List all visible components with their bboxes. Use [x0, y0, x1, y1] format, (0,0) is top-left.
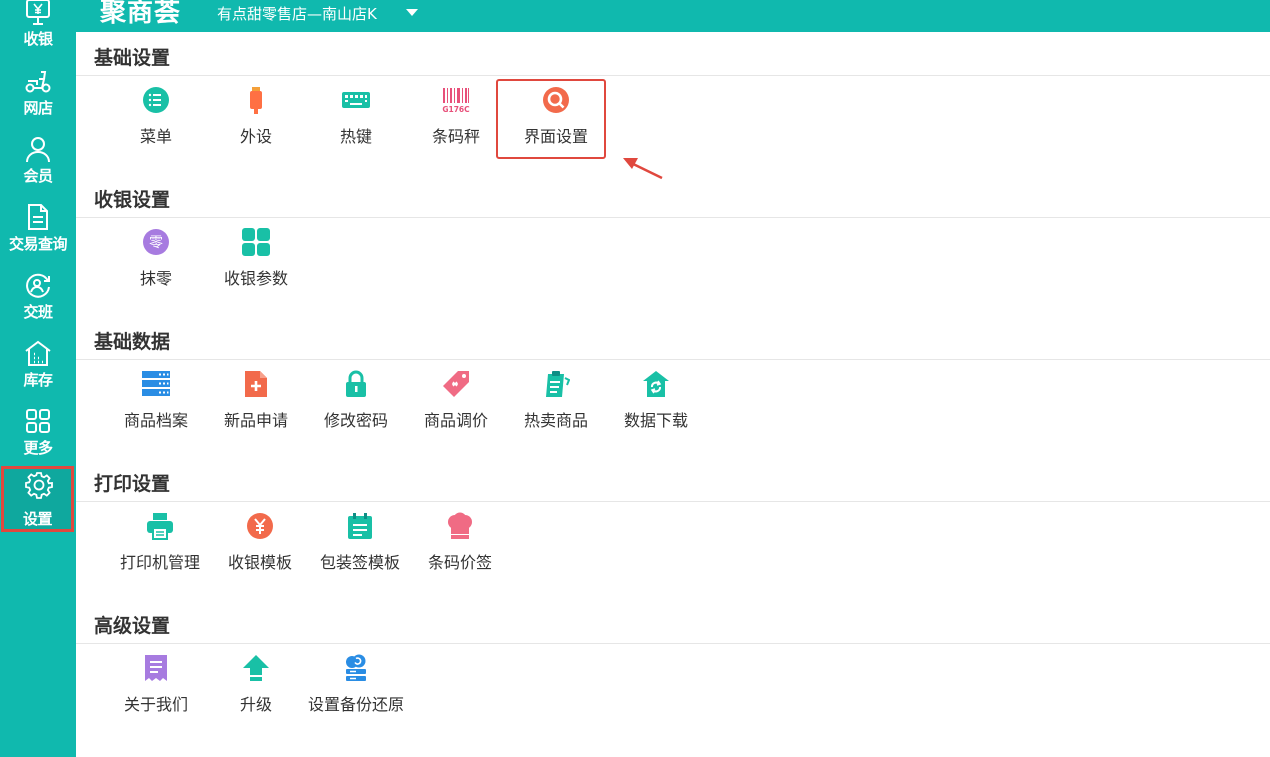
- section-title: 打印设置: [94, 473, 171, 495]
- section-divider: [76, 359, 1270, 360]
- sidebar-item-label: 交班: [23, 303, 53, 321]
- new-file-icon: [245, 371, 267, 397]
- tile-package-label-template[interactable]: 包装签模板: [310, 512, 410, 592]
- yen-coin-icon: [247, 513, 273, 539]
- section-title: 基础数据: [94, 331, 171, 353]
- section-title: 高级设置: [94, 615, 171, 637]
- sidebar-item-label: 会员: [23, 167, 53, 185]
- printer-icon: [147, 513, 173, 540]
- warehouse-icon: [25, 340, 51, 366]
- section-advanced-settings: 高级设置 关于我们 升级 设置备份还原: [76, 611, 1270, 741]
- sidebar-item-shift-change[interactable]: 交班: [0, 267, 76, 331]
- barcode-icon-text: G176C: [442, 105, 470, 114]
- yen-register-icon: [26, 0, 50, 25]
- user-icon: [26, 137, 50, 163]
- section-divider: [76, 501, 1270, 502]
- section-basic-data: 基础数据 商品档案 新品申请 修改密码 商品调价 热卖商品 数据下载: [76, 327, 1270, 457]
- keyboard-icon: [342, 92, 370, 108]
- section-cashier-settings: 收银设置 零 抹零 收银参数: [76, 185, 1270, 315]
- tile-menu[interactable]: 菜单: [106, 86, 206, 166]
- receipt-icon: [145, 655, 167, 681]
- tile-hotkey[interactable]: 热键: [306, 86, 406, 166]
- sidebar-item-online-store[interactable]: 网店: [0, 63, 76, 127]
- gear-icon: [25, 472, 53, 499]
- tile-price-adjust[interactable]: 商品调价: [406, 370, 506, 450]
- tile-label: 数据下载: [623, 411, 688, 430]
- section-title: 基础设置: [94, 47, 171, 69]
- peripheral-icon: [250, 87, 262, 114]
- section-divider: [76, 643, 1270, 644]
- tile-barcode-price-label[interactable]: 条码价签: [410, 512, 510, 592]
- tile-about-us[interactable]: 关于我们: [106, 654, 206, 734]
- sidebar-item-label: 设置: [22, 510, 53, 528]
- sidebar-item-transaction-query[interactable]: 交易查询: [0, 199, 76, 263]
- scooter-icon: [25, 71, 51, 93]
- sidebar-item-label: 收银: [23, 30, 53, 48]
- menu-list-icon: [143, 87, 169, 113]
- grid-icon: [26, 409, 50, 433]
- section-divider: [76, 75, 1270, 76]
- section-divider: [76, 217, 1270, 218]
- sidebar-item-settings[interactable]: 设置: [1, 466, 74, 532]
- tile-upgrade[interactable]: 升级: [206, 654, 306, 734]
- home-sync-icon: [643, 371, 669, 397]
- sidebar-item-label: 库存: [23, 371, 53, 389]
- tile-data-download[interactable]: 数据下载: [606, 370, 706, 450]
- chef-hat-icon: [448, 512, 472, 539]
- section-basic-settings: 基础设置 菜单 外设 热键 G176C 条码秤 界面设置: [76, 43, 1270, 173]
- sidebar-item-label: 交易查询: [8, 235, 68, 253]
- lock-icon: [346, 370, 366, 397]
- four-squares-icon: [242, 228, 270, 256]
- highlight-box: [496, 79, 606, 159]
- top-bar: 聚商荟 有点甜零售店—南山店K: [76, 0, 1270, 32]
- sidebar-item-member[interactable]: 会员: [0, 131, 76, 195]
- zero-coin-icon-text: 零: [149, 235, 163, 251]
- document-icon: [28, 204, 48, 230]
- tile-printer-management[interactable]: 打印机管理: [110, 512, 210, 592]
- hot-clipboard-icon: [546, 371, 570, 397]
- sidebar-item-inventory[interactable]: 库存: [0, 335, 76, 399]
- app-logo: 聚商荟: [100, 0, 182, 28]
- calendar-icon: [348, 513, 372, 539]
- store-selector[interactable]: 有点甜零售店—南山店K: [217, 3, 377, 24]
- tile-backup-restore[interactable]: 设置备份还原: [306, 654, 406, 734]
- tile-hot-products[interactable]: 热卖商品: [506, 370, 606, 450]
- sidebar-item-more[interactable]: 更多: [0, 403, 76, 467]
- section-print-settings: 打印设置 打印机管理 收银模板 包装签模板 条码价签: [76, 469, 1270, 599]
- sidebar-item-cashier[interactable]: 收银: [0, 0, 76, 58]
- tile-product-archive[interactable]: 商品档案: [106, 370, 206, 450]
- sidebar-item-label: 更多: [23, 439, 53, 457]
- barcode-icon: G176C: [442, 88, 470, 114]
- tile-peripheral[interactable]: 外设: [206, 86, 306, 166]
- tile-label: 设置备份还原: [307, 695, 404, 714]
- tile-round-off[interactable]: 零 抹零: [106, 228, 206, 308]
- cloud-backup-icon: [346, 654, 366, 681]
- zero-coin-icon: 零: [143, 229, 169, 255]
- sidebar-item-label: 网店: [23, 99, 53, 117]
- server-icon: [142, 371, 170, 396]
- annotation-arrow-icon: [623, 158, 663, 180]
- tile-cashier-params[interactable]: 收银参数: [206, 228, 306, 308]
- sidebar: 收银 网店 会员 交易查询 交班 库存 更多 设置: [0, 0, 76, 757]
- caret-down-icon[interactable]: [406, 9, 418, 16]
- price-tag-icon: [443, 371, 469, 397]
- tile-cashier-template[interactable]: 收银模板: [210, 512, 310, 592]
- tile-label: 收银参数: [223, 269, 288, 288]
- upload-arrow-icon: [243, 655, 269, 681]
- tile-barcode-scale[interactable]: G176C 条码秤: [406, 86, 506, 166]
- tile-new-product-request[interactable]: 新品申请: [206, 370, 306, 450]
- section-title: 收银设置: [94, 189, 171, 211]
- shift-change-icon: [26, 273, 50, 298]
- tile-change-password[interactable]: 修改密码: [306, 370, 406, 450]
- tile-label: 条码价签: [427, 553, 492, 572]
- app-window: 收银 网店 会员 交易查询 交班 库存 更多 设置 聚商荟 有点甜零售店—南山店…: [0, 0, 1270, 757]
